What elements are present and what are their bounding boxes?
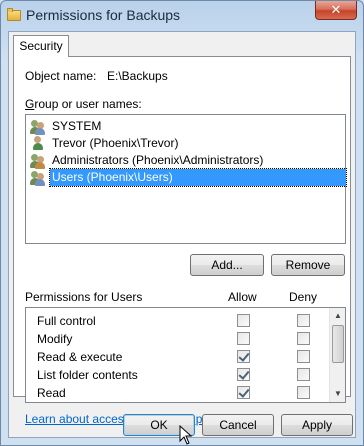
- mouse-cursor-icon: [179, 425, 193, 445]
- list-item-label: Trevor (Phoenix\Trevor): [52, 136, 179, 150]
- deny-checkbox[interactable]: [297, 332, 310, 345]
- permission-row: Modify: [26, 330, 331, 348]
- group-user-list[interactable]: SYSTEM Trevor (Phoenix\Trevor) Administr…: [25, 114, 348, 244]
- remove-button[interactable]: Remove: [271, 254, 345, 276]
- permission-name: Full control: [37, 314, 96, 328]
- list-item[interactable]: SYSTEM: [28, 118, 348, 135]
- permissions-dialog: Permissions for Backups ✕ Security Objec…: [0, 0, 364, 446]
- permissions-label: Permissions for Users: [25, 290, 143, 304]
- scroll-thumb[interactable]: [332, 325, 344, 363]
- deny-checkbox[interactable]: [297, 350, 310, 363]
- tab-security[interactable]: Security: [13, 35, 69, 57]
- allow-checkbox[interactable]: [237, 314, 250, 327]
- list-item-label: Administrators (Phoenix\Administrators): [52, 153, 264, 167]
- window-title: Permissions for Backups: [26, 7, 181, 23]
- permission-row: Read & execute: [26, 348, 331, 366]
- permission-row: List folder contents: [26, 366, 331, 384]
- cancel-button[interactable]: Cancel: [202, 414, 274, 436]
- group-list-label: Group or user names:: [25, 97, 142, 111]
- security-panel: Object name: E:\Backups Group or user na…: [13, 56, 351, 426]
- list-item[interactable]: Administrators (Phoenix\Administrators): [28, 152, 348, 169]
- group-list-label-text: roup or user names:: [34, 97, 142, 111]
- title-bar[interactable]: Permissions for Backups ✕: [1, 1, 363, 31]
- permission-name: List folder contents: [37, 368, 138, 382]
- permissions-list[interactable]: Full control Modify Read & execute List …: [25, 307, 346, 403]
- deny-checkbox[interactable]: [297, 314, 310, 327]
- permission-name: Read: [37, 386, 66, 400]
- object-name-label: Object name:: [25, 69, 97, 83]
- users-icon: [30, 170, 46, 186]
- list-item-selected[interactable]: Users (Phoenix\Users): [28, 168, 348, 187]
- deny-header: Deny: [289, 290, 318, 304]
- folder-icon: [7, 8, 21, 22]
- close-button[interactable]: ✕: [315, 1, 357, 20]
- scroll-up-icon[interactable]: ▲: [330, 308, 345, 324]
- permissions-scrollbar[interactable]: ▲ ▼: [329, 308, 345, 402]
- list-item-label: SYSTEM: [52, 119, 102, 133]
- allow-checkbox[interactable]: [237, 368, 250, 381]
- users-icon: [30, 153, 46, 169]
- allow-checkbox[interactable]: [237, 332, 250, 345]
- dialog-client-area: Security Object name: E:\Backups Group o…: [8, 31, 356, 438]
- permission-row: Read: [26, 384, 331, 402]
- permission-row: Full control: [26, 312, 331, 330]
- add-button[interactable]: Add...: [190, 254, 264, 276]
- deny-checkbox[interactable]: [297, 368, 310, 381]
- allow-checkbox[interactable]: [237, 386, 250, 399]
- permission-name: Read & execute: [37, 350, 123, 364]
- object-name-value: E:\Backups: [107, 69, 168, 83]
- close-icon: ✕: [330, 2, 342, 17]
- allow-checkbox[interactable]: [237, 350, 250, 363]
- permission-name: Modify: [37, 332, 73, 346]
- list-item-label: Users (Phoenix\Users): [49, 168, 347, 187]
- users-icon: [30, 119, 46, 135]
- scroll-down-icon[interactable]: ▼: [330, 386, 345, 402]
- allow-header: Allow: [228, 290, 257, 304]
- apply-button[interactable]: Apply: [281, 414, 353, 436]
- list-item[interactable]: Trevor (Phoenix\Trevor): [28, 135, 348, 152]
- user-icon: [30, 136, 46, 151]
- deny-checkbox[interactable]: [297, 386, 310, 399]
